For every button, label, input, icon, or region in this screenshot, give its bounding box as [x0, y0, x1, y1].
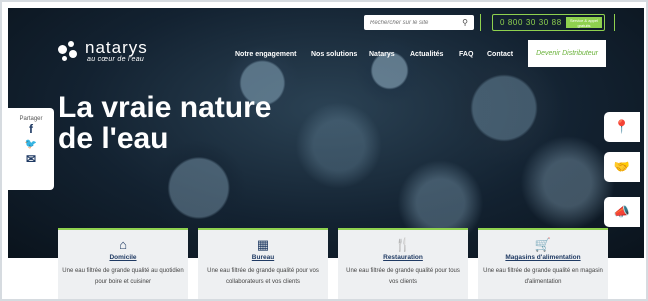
become-distributor-button[interactable]: Devenir Distributeur: [528, 40, 606, 67]
nav-item-solutions[interactable]: Nos solutions: [311, 51, 357, 58]
megaphone-icon: 📣: [613, 204, 631, 219]
card-description: Une eau filtrée de grande qualité pour v…: [207, 268, 319, 285]
location-pin-icon: 📍: [613, 119, 631, 134]
search-input[interactable]: [370, 19, 458, 26]
hero-title-line2: de l'eau: [58, 122, 169, 155]
logo-drops-icon: [58, 40, 80, 63]
card-description: Une eau filtrée de grande qualité pour t…: [346, 268, 460, 285]
logo-brand: natarys: [85, 38, 148, 57]
card-bureau[interactable]: ▦ Bureau Une eau filtrée de grande quali…: [198, 228, 328, 299]
card-description: Une eau filtrée de grande qualité au quo…: [62, 268, 184, 285]
divider: [614, 14, 615, 31]
phone-number: 0 800 30 30 88: [500, 18, 562, 27]
nav-item-actualites[interactable]: Actualités: [410, 51, 443, 58]
nav-item-faq[interactable]: FAQ: [459, 51, 473, 58]
email-icon[interactable]: ✉: [26, 152, 36, 167]
twitter-icon[interactable]: 🐦: [25, 137, 37, 152]
card-restauration[interactable]: 🍴 Restauration Une eau filtrée de grande…: [338, 228, 468, 299]
handshake-icon: 🤝: [613, 159, 631, 174]
card-title[interactable]: Magasins d'alimentation: [478, 254, 608, 261]
nav-item-natarys[interactable]: Natarys: [369, 51, 395, 58]
news-button[interactable]: 📣: [604, 197, 640, 227]
hero-title: La vraie nature de l'eau: [58, 92, 271, 154]
card-magasins[interactable]: 🛒 Magasins d'alimentation Une eau filtré…: [478, 228, 608, 299]
shopping-cart-icon: 🛒: [534, 237, 552, 252]
browser-viewport: ⚲ 0 800 30 30 88 Service & appel gratuit…: [0, 0, 648, 301]
store-locator-button[interactable]: 📍: [604, 112, 640, 142]
search-box[interactable]: ⚲: [364, 15, 474, 30]
house-icon: ⌂: [119, 237, 127, 252]
share-panel: Partager f 🐦 ✉: [8, 108, 54, 190]
search-icon[interactable]: ⚲: [462, 18, 468, 27]
logo-tagline: au cœur de l'eau: [87, 56, 145, 63]
partner-button[interactable]: 🤝: [604, 152, 640, 182]
cutlery-icon: 🍴: [394, 237, 412, 252]
card-title[interactable]: Domicile: [58, 254, 188, 261]
logo[interactable]: natarys au cœur de l'eau: [58, 38, 148, 63]
card-title[interactable]: Bureau: [198, 254, 328, 261]
phone-number-box[interactable]: 0 800 30 30 88 Service & appel gratuits: [492, 14, 605, 31]
card-description: Une eau filtrée de grande qualité en mag…: [483, 268, 603, 285]
card-domicile[interactable]: ⌂ Domicile Une eau filtrée de grande qua…: [58, 228, 188, 299]
nav-item-contact[interactable]: Contact: [487, 51, 513, 58]
facebook-icon[interactable]: f: [29, 122, 33, 137]
office-building-icon: ▦: [256, 237, 270, 252]
nav-item-engagement[interactable]: Notre engagement: [235, 51, 296, 58]
free-call-badge: Service & appel gratuits: [566, 17, 602, 28]
card-title[interactable]: Restauration: [338, 254, 468, 261]
divider: [480, 14, 481, 31]
hero-title-line1: La vraie nature: [58, 91, 272, 124]
